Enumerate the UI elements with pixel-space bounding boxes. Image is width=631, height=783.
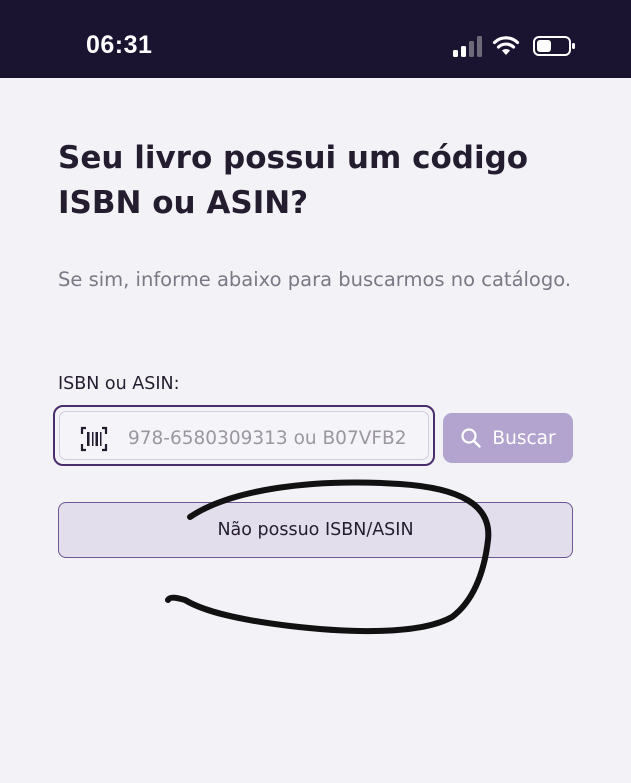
search-icon — [461, 428, 482, 448]
wifi-icon — [492, 36, 520, 55]
search-button[interactable]: Buscar — [443, 413, 573, 463]
status-bar: 06:31 — [0, 0, 631, 78]
no-isbn-button[interactable]: Não possuo ISBN/ASIN — [58, 502, 573, 558]
isbn-field-label: ISBN ou ASIN: — [58, 374, 180, 394]
search-button-label: Buscar — [492, 427, 556, 449]
signal-icon — [453, 36, 482, 57]
barcode-scan-icon[interactable] — [80, 424, 108, 454]
page-title: Seu livro possui um código ISBN ou ASIN? — [58, 140, 529, 221]
battery-icon — [533, 36, 575, 56]
isbn-input[interactable] — [128, 420, 418, 456]
isbn-input-inner — [59, 411, 429, 460]
app-screen: 06:31 Seu livro possui um código ISBN ou… — [0, 0, 631, 783]
isbn-input-container[interactable] — [53, 405, 435, 466]
no-isbn-button-label: Não possuo ISBN/ASIN — [217, 520, 414, 540]
status-time: 06:31 — [86, 31, 153, 59]
page-subtitle: Se sim, informe abaixo para buscarmos no… — [58, 268, 572, 291]
